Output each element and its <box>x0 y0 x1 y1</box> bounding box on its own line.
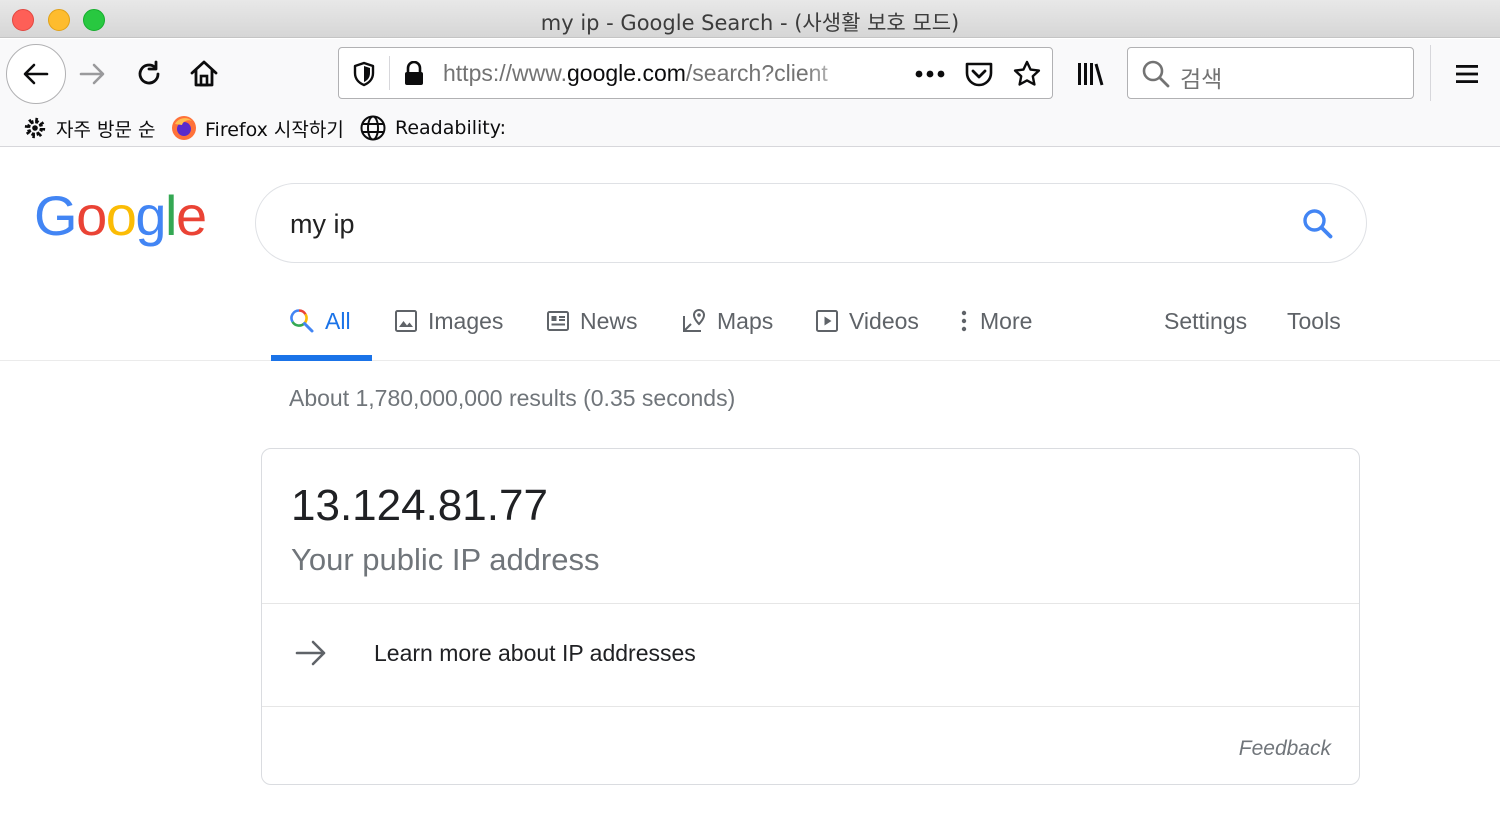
google-search-button[interactable] <box>1298 204 1338 244</box>
ip-answer-card: 13.124.81.77 Your public IP address Lear… <box>261 448 1360 785</box>
settings-link[interactable]: Settings <box>1164 305 1247 337</box>
google-search-icon <box>290 309 314 333</box>
gear-icon <box>24 117 46 139</box>
search-tabs: All Images News Maps Videos More Setting… <box>0 285 1500 361</box>
tab-label: Videos <box>849 307 919 334</box>
logo-letter: g <box>135 184 166 247</box>
more-icon <box>915 70 945 78</box>
star-icon <box>1013 60 1041 86</box>
card-divider <box>262 706 1359 707</box>
logo-letter: o <box>105 184 137 247</box>
map-icon <box>683 308 706 332</box>
library-button[interactable] <box>1075 58 1107 90</box>
tab-more[interactable]: More <box>958 305 1032 337</box>
ip-address-value: 13.124.81.77 <box>291 481 548 530</box>
browser-search-box[interactable]: 검색 <box>1127 47 1414 99</box>
image-icon <box>395 310 417 332</box>
toolbar-separator <box>1430 45 1431 101</box>
home-button[interactable] <box>187 58 221 90</box>
tracking-protection-button[interactable] <box>351 60 377 88</box>
result-stats: About 1,780,000,000 results (0.35 second… <box>289 385 736 411</box>
lock-icon <box>405 61 423 85</box>
home-icon <box>190 60 218 87</box>
save-to-pocket-button[interactable] <box>963 59 995 89</box>
logo-letter: o <box>76 184 107 247</box>
logo-letter: e <box>175 184 207 247</box>
firefox-icon <box>172 116 196 140</box>
play-video-icon <box>816 310 838 332</box>
library-icon <box>1078 63 1104 86</box>
pocket-icon <box>965 62 993 87</box>
bookmark-star-button[interactable] <box>1011 58 1043 90</box>
navigation-toolbar: https://www.google.com/search?client 검색 <box>0 39 1500 109</box>
ip-address-caption: Your public IP address <box>291 542 600 577</box>
reload-button[interactable] <box>133 58 165 90</box>
active-tab-indicator <box>271 355 372 361</box>
google-search-input[interactable] <box>290 206 1270 242</box>
google-search-box[interactable] <box>255 183 1367 263</box>
back-icon <box>23 63 49 85</box>
tab-label: More <box>980 307 1033 334</box>
tab-label: All <box>325 307 351 334</box>
window-title: my ip - Google Search - (사생활 보호 모드) <box>540 11 960 35</box>
searchbox-icon <box>1140 58 1172 90</box>
tab-maps[interactable]: Maps <box>681 305 773 337</box>
reload-icon <box>138 60 160 85</box>
tab-label: Images <box>428 307 504 334</box>
tab-label: News <box>580 307 638 334</box>
urlbar-separator <box>389 56 390 90</box>
globe-icon <box>360 115 386 141</box>
url-text[interactable]: https://www.google.com/search?client <box>443 60 855 87</box>
arrow-right-icon <box>295 640 326 666</box>
bookmarks-toolbar: 자주 방문 순 Firefox 시작하기 Readability: <box>0 109 1500 147</box>
vertical-dots-icon <box>961 310 967 332</box>
google-logo[interactable]: Google <box>34 188 207 244</box>
page-actions-button[interactable] <box>913 62 947 86</box>
forward-icon <box>79 63 105 85</box>
tab-videos[interactable]: Videos <box>815 305 919 337</box>
open-menu-button[interactable] <box>1452 60 1482 88</box>
tab-news[interactable]: News <box>546 305 638 337</box>
tab-all[interactable]: All <box>289 305 351 337</box>
tools-link[interactable]: Tools <box>1287 305 1341 337</box>
bookmark-readability[interactable]: Readability: <box>359 114 506 142</box>
bookmark-label: Firefox 시작하기 <box>205 118 344 141</box>
tab-images[interactable]: Images <box>394 305 503 337</box>
logo-letter: l <box>165 184 177 247</box>
hamburger-menu-icon <box>1456 65 1478 83</box>
site-info-button[interactable] <box>402 60 426 88</box>
searchbox-placeholder: 검색 <box>1180 67 1223 93</box>
tab-label: Maps <box>717 307 774 334</box>
learn-more-label: Learn more about IP addresses <box>374 640 696 666</box>
logo-letter: G <box>34 184 78 247</box>
forward-button[interactable] <box>76 59 108 89</box>
window-titlebar: my ip - Google Search - (사생활 보호 모드) <box>0 0 1500 38</box>
search-icon <box>1303 209 1333 239</box>
search-icon <box>1142 60 1170 88</box>
url-bar[interactable]: https://www.google.com/search?client <box>338 47 1053 99</box>
shield-icon <box>353 61 375 87</box>
bookmark-most-visited[interactable]: 자주 방문 순 <box>22 114 155 142</box>
back-button[interactable] <box>6 44 66 104</box>
feedback-link[interactable]: Feedback <box>1239 737 1331 761</box>
bookmark-label: Readability: <box>395 117 506 139</box>
newspaper-icon <box>547 311 569 331</box>
learn-more-link[interactable]: Learn more about IP addresses <box>262 604 1359 706</box>
bookmark-label: 자주 방문 순 <box>56 118 156 141</box>
bookmark-firefox-start[interactable]: Firefox 시작하기 <box>171 114 344 142</box>
